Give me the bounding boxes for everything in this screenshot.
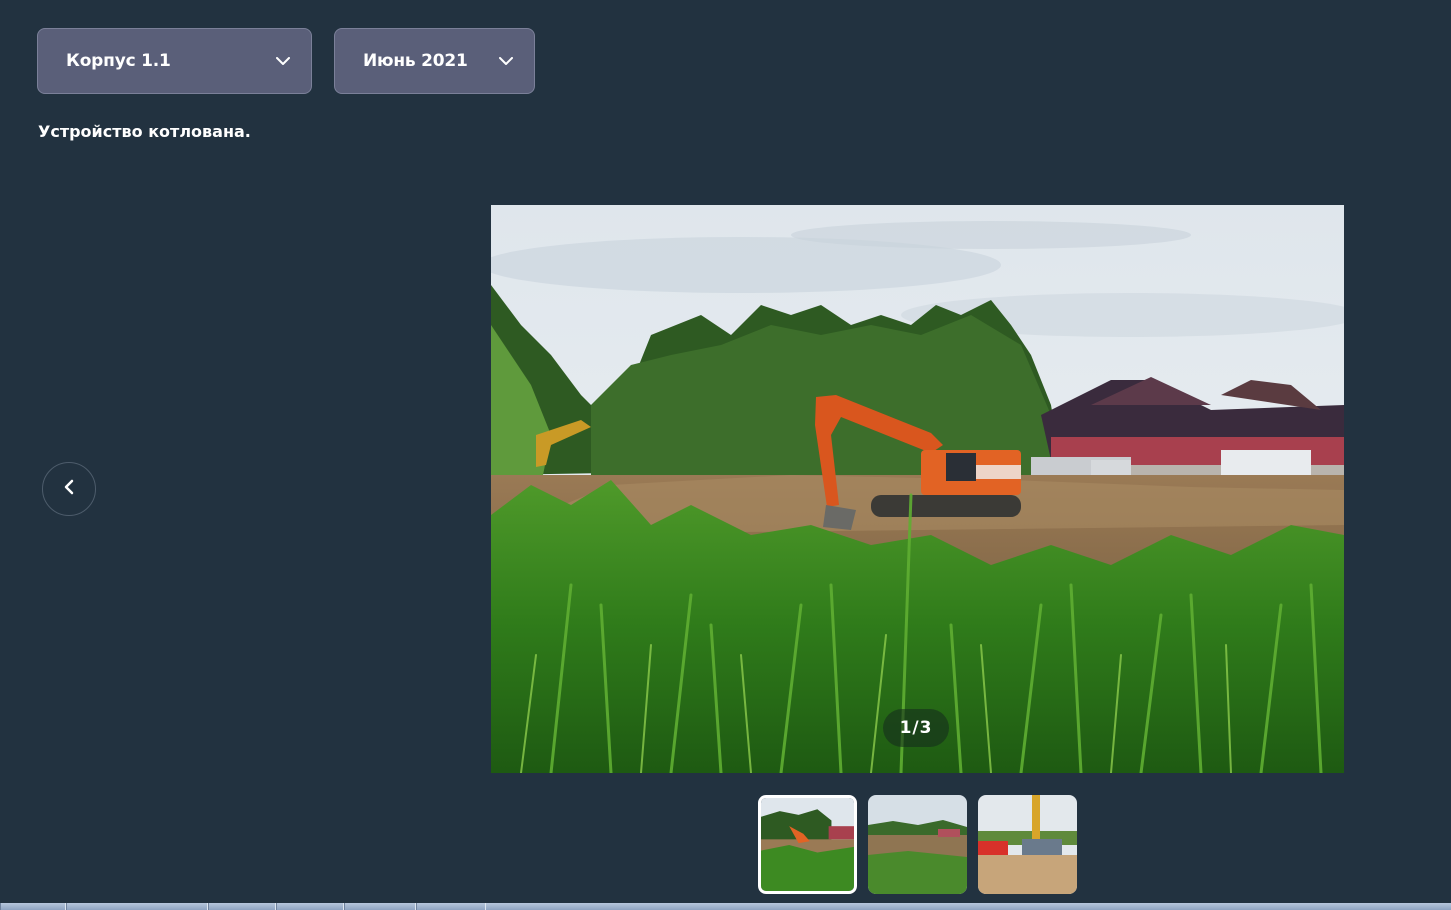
taskbar-item[interactable] (416, 903, 486, 910)
chevron-left-icon (64, 479, 74, 499)
month-select[interactable]: Июнь 2021 (334, 28, 535, 94)
stage-description: Устройство котлована. (38, 122, 251, 141)
taskbar-start-button[interactable] (0, 903, 66, 910)
month-select-value: Июнь 2021 (363, 51, 468, 71)
chevron-down-icon (275, 53, 291, 69)
os-taskbar (0, 903, 1451, 910)
page: Корпус 1.1 Июнь 2021 Устройство котлован… (0, 0, 1451, 910)
building-select-value: Корпус 1.1 (66, 51, 171, 71)
slide-counter: 1/3 (883, 709, 949, 747)
chevron-down-icon (498, 53, 514, 69)
taskbar-item[interactable] (276, 903, 344, 910)
gallery-main-photo[interactable] (491, 205, 1344, 773)
thumbnail-2[interactable] (868, 795, 967, 894)
prev-slide-button[interactable] (42, 462, 96, 516)
taskbar-item[interactable] (66, 903, 208, 910)
taskbar-item[interactable] (344, 903, 416, 910)
taskbar-item[interactable] (208, 903, 276, 910)
building-select[interactable]: Корпус 1.1 (37, 28, 312, 94)
thumbnail-1[interactable] (758, 795, 857, 894)
thumbnail-3[interactable] (978, 795, 1077, 894)
